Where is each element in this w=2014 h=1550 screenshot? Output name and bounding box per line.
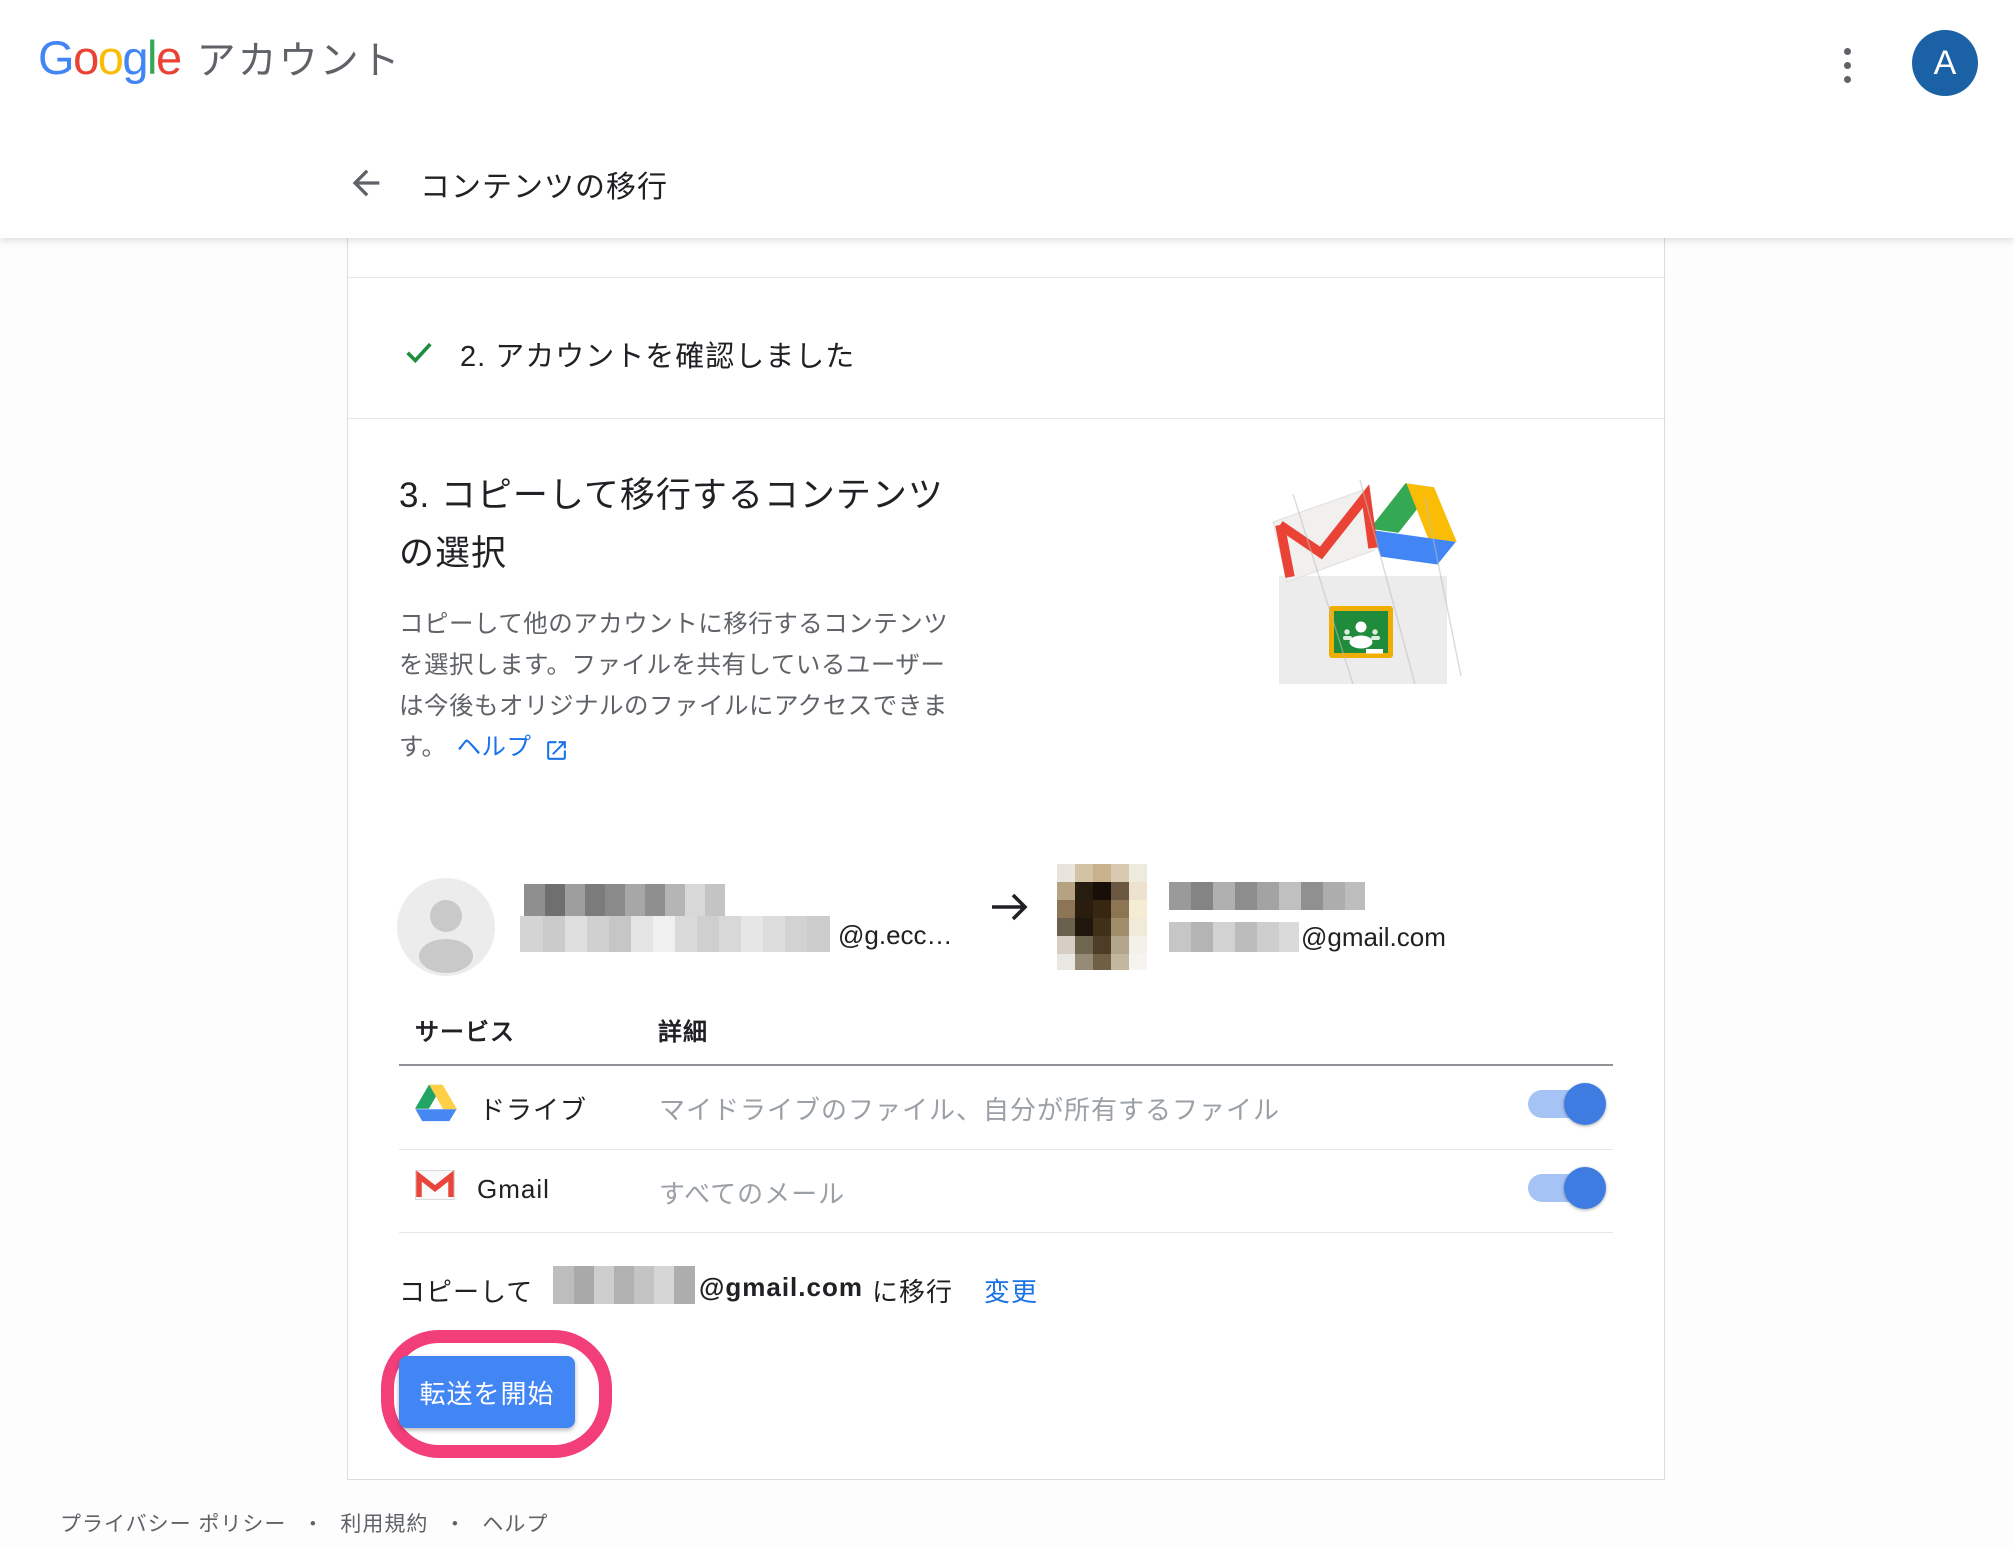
destination-email-suffix: @gmail.com (1301, 922, 1446, 953)
redacted-destination-name (1169, 882, 1365, 910)
footer: プライバシー ポリシー ・ 利用規約 ・ ヘルプ (60, 1508, 548, 1538)
logo-letter: o (73, 31, 98, 84)
service-detail-gmail: すべてのメール (659, 1174, 845, 1211)
step3-heading-line1: 3. コピーして移行するコンテンツ (399, 467, 944, 518)
page-title: コンテンツの移行 (420, 162, 668, 206)
divider (348, 418, 1666, 419)
footer-separator: ・ (444, 1508, 466, 1538)
redacted-source-name (524, 884, 725, 916)
column-header-service: サービス (415, 1012, 515, 1047)
logo-letter: G (38, 31, 73, 84)
desc-line: コピーして他のアカウントに移行するコンテンツ (399, 604, 948, 645)
redacted-source-email (520, 916, 830, 952)
toggle-knob (1564, 1083, 1606, 1125)
footer-terms-link[interactable]: 利用規約 (340, 1508, 428, 1538)
check-icon (402, 335, 436, 369)
source-email-suffix: @g.ecc… (838, 920, 953, 951)
gmail-icon (415, 1170, 455, 1200)
help-link[interactable]: ヘルプ (457, 727, 532, 768)
desc-line: す。 (399, 727, 447, 768)
account-avatar[interactable]: A (1912, 30, 1978, 96)
transfer-suffix: に移行 (872, 1272, 953, 1309)
logo-letter: o (98, 31, 123, 84)
logo-letter: g (122, 31, 147, 84)
logo-letter: l (147, 31, 156, 84)
table-header-divider (399, 1064, 1613, 1066)
service-name-drive: ドライブ (479, 1090, 587, 1127)
step2-label: 2. アカウントを確認しました (460, 333, 855, 375)
footer-help-link[interactable]: ヘルプ (482, 1508, 548, 1538)
destination-avatar (1057, 864, 1147, 970)
back-arrow-icon[interactable] (346, 163, 386, 203)
google-logo: Google (38, 30, 181, 85)
product-name: アカウント (197, 30, 402, 86)
drive-icon (415, 1084, 457, 1122)
source-avatar (397, 878, 495, 976)
change-link[interactable]: 変更 (984, 1272, 1038, 1309)
toggle-knob (1564, 1167, 1606, 1209)
row-divider (399, 1149, 1613, 1150)
gmail-toggle[interactable] (1528, 1174, 1602, 1202)
start-transfer-button[interactable]: 転送を開始 (399, 1356, 575, 1428)
step3-description: コピーして他のアカウントに移行するコンテンツ を選択します。ファイルを共有してい… (399, 604, 948, 768)
footer-privacy-link[interactable]: プライバシー ポリシー (60, 1508, 286, 1538)
brand: Google アカウント (38, 30, 402, 86)
open-in-new-icon[interactable] (544, 735, 569, 760)
arrow-forward-icon (986, 884, 1032, 930)
service-name-gmail: Gmail (477, 1174, 550, 1205)
footer-separator: ・ (302, 1508, 324, 1538)
transfer-email: @gmail.com (699, 1272, 863, 1303)
desc-line: は今後もオリジナルのファイルにアクセスできま (399, 686, 948, 727)
drive-toggle[interactable] (1528, 1090, 1602, 1118)
divider (348, 277, 1666, 278)
desc-line: を選択します。ファイルを共有しているユーザー (399, 645, 948, 686)
column-header-detail: 詳細 (658, 1012, 708, 1047)
transfer-prefix: コピーして (399, 1272, 533, 1309)
transfer-card: 2. アカウントを確認しました 3. コピーして移行するコンテンツ の選択 コピ… (347, 238, 1665, 1480)
gmail-drive-classroom-illustration (1263, 478, 1463, 684)
more-options-icon[interactable] (1824, 38, 1870, 92)
app-header: Google アカウント A コンテンツの移行 (0, 0, 2014, 238)
redacted-destination-email (1169, 922, 1299, 952)
row-divider (399, 1232, 1613, 1233)
logo-letter: e (156, 31, 181, 84)
redacted-transfer-email (553, 1266, 695, 1304)
service-detail-drive: マイドライブのファイル、自分が所有するファイル (659, 1090, 1280, 1127)
step3-heading-line2: の選択 (399, 525, 507, 576)
